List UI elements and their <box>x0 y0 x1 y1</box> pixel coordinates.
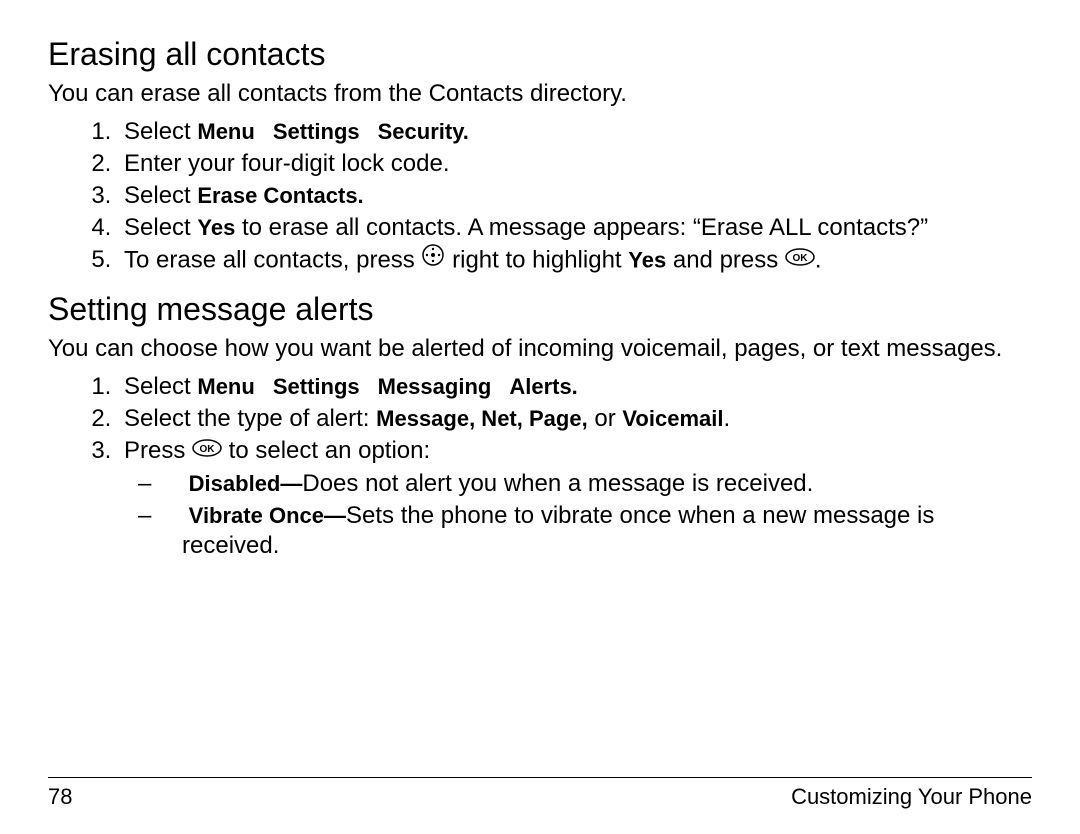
svg-text:OK: OK <box>200 444 216 455</box>
sub-option-vibrate-once: Vibrate Once—Sets the phone to vibrate o… <box>160 501 1032 561</box>
heading-message-alerts: Setting message alerts <box>48 291 1032 328</box>
steps-message-alerts: Select Menu Settings Messaging Alerts. Sele… <box>48 372 1032 561</box>
step-text: Select the type of alert: <box>124 405 376 432</box>
step-text: . <box>723 405 730 432</box>
menu-path-item: Security. <box>378 119 469 144</box>
menu-path-item: Messaging <box>378 374 492 399</box>
svg-text:OK: OK <box>792 253 808 264</box>
chapter-title: Customizing Your Phone <box>791 784 1032 810</box>
step-text: right to highlight <box>445 246 628 273</box>
option-name: Vibrate Once— <box>189 503 346 528</box>
option-desc: Does not alert you when a message is rec… <box>302 470 813 497</box>
step-2: Select the type of alert: Message, Net, … <box>118 404 1032 434</box>
page-number: 78 <box>48 784 72 810</box>
nav-dpad-icon <box>421 243 445 275</box>
manual-page: Erasing all contacts You can erase all c… <box>0 0 1080 834</box>
step-text: Select <box>124 118 197 145</box>
step-text: Select <box>124 373 197 400</box>
bold-label: Yes <box>197 215 235 240</box>
step-text: . <box>815 246 822 273</box>
step-1: Select Menu Settings Security. <box>118 117 1032 147</box>
menu-path-item: Settings <box>273 119 360 144</box>
step-text: Press <box>124 437 192 464</box>
bold-label: Yes <box>628 247 666 272</box>
heading-erasing-contacts: Erasing all contacts <box>48 36 1032 73</box>
menu-path-item: Alerts. <box>509 374 577 399</box>
option-name: Disabled— <box>189 471 303 496</box>
step-5: To erase all contacts, press right to hi… <box>118 245 1032 277</box>
page-footer: 78 Customizing Your Phone <box>48 777 1032 810</box>
step-text: Select <box>124 182 197 209</box>
sub-options: Disabled—Does not alert you when a messa… <box>124 469 1032 561</box>
intro-message-alerts: You can choose how you want be alerted o… <box>48 334 1032 364</box>
footer-rule <box>48 777 1032 778</box>
sub-option-disabled: Disabled—Does not alert you when a messa… <box>160 469 1032 499</box>
step-text: and press <box>666 246 785 273</box>
bold-label: Message, Net, Page, <box>376 406 588 431</box>
steps-erasing-contacts: Select Menu Settings Security. Enter your … <box>48 117 1032 277</box>
bold-label: Erase Contacts. <box>197 183 363 208</box>
step-text: or <box>588 405 623 432</box>
menu-path-item: Menu <box>197 374 254 399</box>
step-text: to erase all contacts. A message appears… <box>235 214 928 241</box>
step-3: Select Erase Contacts. <box>118 181 1032 211</box>
menu-path-item: Settings <box>273 374 360 399</box>
ok-button-icon: OK <box>785 244 815 274</box>
bold-label: Voicemail <box>622 406 723 431</box>
step-text: Select <box>124 214 197 241</box>
step-text: to select an option: <box>222 437 430 464</box>
step-text: To erase all contacts, press <box>124 246 421 273</box>
intro-erasing-contacts: You can erase all contacts from the Cont… <box>48 79 1032 109</box>
ok-button-icon: OK <box>192 435 222 465</box>
step-4: Select Yes to erase all contacts. A mess… <box>118 213 1032 243</box>
step-1: Select Menu Settings Messaging Alerts. <box>118 372 1032 402</box>
step-3: Press OK to select an option: Disabled—D… <box>118 436 1032 561</box>
step-2: Enter your four-digit lock code. <box>118 149 1032 179</box>
menu-path-item: Menu <box>197 119 254 144</box>
